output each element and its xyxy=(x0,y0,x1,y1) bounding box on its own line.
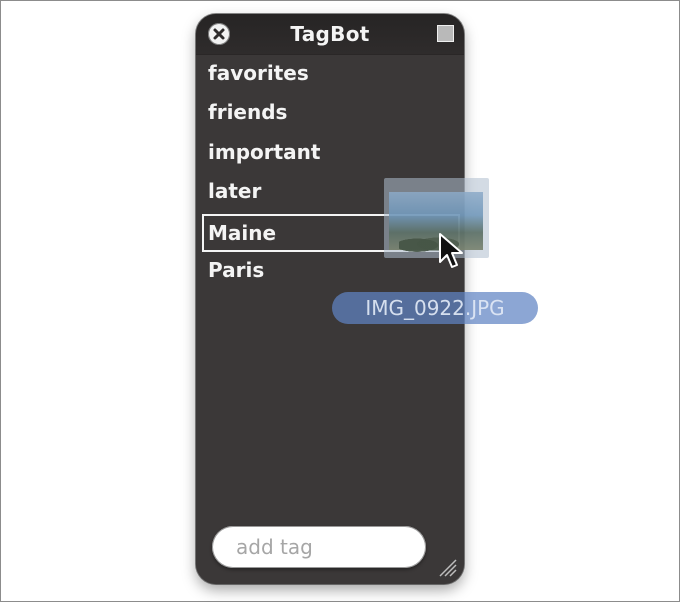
window-title: TagBot xyxy=(290,22,370,46)
title-bar[interactable]: TagBot xyxy=(196,14,464,55)
add-tag-input[interactable] xyxy=(212,526,426,568)
photo-thumbnail xyxy=(389,192,483,254)
tag-item-important[interactable]: important xyxy=(202,133,462,171)
bottom-bar xyxy=(196,514,464,584)
tag-item-favorites[interactable]: favorites xyxy=(202,54,462,92)
zoom-icon[interactable] xyxy=(437,25,454,42)
tag-item-friends[interactable]: friends xyxy=(202,93,462,131)
dragged-file-name: IMG_0922.JPG xyxy=(332,292,538,324)
resize-grip-icon[interactable] xyxy=(434,554,458,578)
arrow-cursor-icon xyxy=(439,233,463,268)
